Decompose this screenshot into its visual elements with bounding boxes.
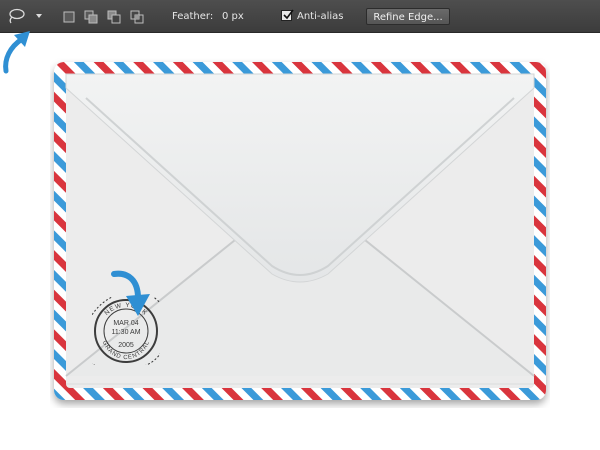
postmark-time: 11:30 AM: [111, 329, 141, 336]
lasso-icon[interactable]: [6, 8, 26, 24]
checkmark-icon: [283, 9, 294, 20]
options-bar: Feather: 0 px Anti-alias Refine Edge...: [0, 0, 600, 33]
postmark-year: 2005: [118, 342, 134, 349]
feather-label: Feather:: [172, 11, 214, 22]
feather-input[interactable]: 0 px: [222, 11, 244, 23]
new-selection-icon[interactable]: [62, 10, 76, 24]
postmark-date: MAR 04: [113, 320, 139, 327]
chevron-down-icon[interactable]: [36, 14, 42, 18]
callout-arrow-icon: [3, 31, 30, 74]
refine-edge-button[interactable]: Refine Edge...: [366, 8, 450, 25]
subtract-from-selection-icon[interactable]: [107, 10, 121, 24]
callout-arrow-icon: [111, 270, 150, 316]
antialias-checkbox[interactable]: [281, 9, 294, 21]
intersect-selection-icon[interactable]: [130, 10, 144, 24]
antialias-label: Anti-alias: [297, 11, 344, 22]
add-to-selection-icon[interactable]: [84, 10, 98, 24]
